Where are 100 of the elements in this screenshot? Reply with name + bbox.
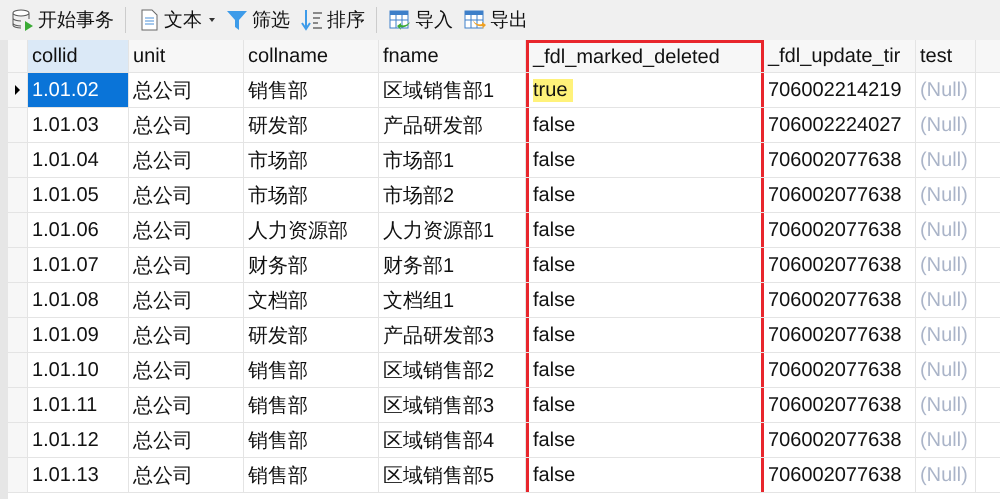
toolbar-button[interactable]: 导入 [385, 5, 456, 35]
table-cell-text: 总公司 [133, 324, 193, 348]
table-cell: 1.01.10 [32, 358, 99, 382]
table-cell-text: 财务部 [248, 254, 308, 278]
table-cell: 1.01.04 [32, 148, 99, 172]
table-cell-text: 区域销售部1 [383, 78, 494, 104]
table-arrow-icon [463, 8, 487, 32]
table-cell: (Null) [920, 394, 968, 416]
column-header[interactable]: collid [28, 40, 129, 72]
table-cell: (Null) [920, 184, 968, 206]
table-cell-text: 市场部 [248, 148, 308, 174]
table-cell-text: 区域销售部5 [383, 464, 494, 488]
table-cell: 706002077638 [768, 184, 902, 206]
table-cell: (Null) [920, 464, 968, 486]
table-cell-text: 人力资源部1 [383, 218, 494, 244]
table-cell: false [533, 324, 576, 346]
table-cell: false [533, 464, 576, 486]
row-header[interactable] [8, 73, 28, 107]
table-cell: 706002077638 [768, 324, 902, 346]
table-cell: false [533, 114, 576, 136]
toolbar-button[interactable]: 文本 [134, 5, 218, 35]
column-header[interactable]: unit [129, 40, 244, 72]
table-cell-text: 人力资源部 [248, 218, 348, 244]
table-cell-text: 销售部 [248, 394, 308, 418]
table-cell-text: 总公司 [133, 428, 193, 454]
table-arrow-icon [388, 8, 412, 32]
table-cell: 1.01.11 [32, 394, 98, 416]
table-cell: false [533, 254, 576, 276]
table-cell: 706002077638 [768, 254, 902, 276]
table-cell: 1.01.09 [32, 324, 99, 346]
table-cell: true [533, 78, 574, 102]
table-cell: false [533, 148, 576, 172]
table-cell: 706002077638 [768, 218, 902, 242]
table-cell-text: 总公司 [133, 184, 193, 208]
table-cell-text: 区域销售部3 [383, 394, 494, 418]
table-cell-text: 市场部 [248, 184, 308, 208]
table-cell-text: 总公司 [133, 78, 193, 104]
table-cell: 706002077638 [768, 288, 902, 312]
table-cell: false [533, 394, 576, 416]
table-cell-text: 区域销售部4 [383, 428, 494, 454]
table-cell-text: 总公司 [133, 464, 193, 488]
table-cell-text: 总公司 [133, 394, 193, 418]
table-cell: 706002077638 [768, 358, 902, 382]
column-header[interactable]: _fdl_update_tir [764, 40, 916, 72]
table-cell: (Null) [920, 114, 968, 136]
table-cell: 706002214219 [768, 78, 902, 102]
table-cell: (Null) [920, 78, 968, 102]
table-cell-text: 总公司 [133, 254, 193, 278]
toolbar-button[interactable]: 导出 [460, 5, 531, 35]
table-cell: 706002077638 [768, 148, 902, 172]
table-cell-text: 销售部 [248, 358, 308, 384]
table-cell-text: 市场部1 [383, 148, 454, 174]
filter-icon [225, 8, 249, 32]
table-cell-text: 文档部 [248, 288, 308, 314]
table-cell: 1.01.08 [32, 288, 99, 312]
table-cell: 1.01.06 [32, 218, 99, 242]
table-cell-text: 产品研发部3 [383, 324, 494, 348]
toolbar-button[interactable]: 排序 [297, 5, 368, 35]
table-cell-text: 研发部 [248, 324, 308, 348]
toolbar-button[interactable]: 筛选 [222, 5, 293, 35]
table-cell-text: 区域销售部2 [383, 358, 494, 384]
table-cell-text: 销售部 [248, 464, 308, 488]
table-cell-text: 市场部2 [383, 184, 454, 208]
table-cell: 706002077638 [768, 394, 902, 416]
sort-icon [300, 8, 324, 32]
table-cell: (Null) [920, 428, 968, 452]
table-cell-text: 总公司 [133, 288, 193, 314]
table-cell: 706002077638 [768, 464, 902, 486]
table-cell-text: 销售部 [248, 78, 308, 104]
table-cell: 1.01.05 [32, 184, 99, 206]
table-cell: false [533, 428, 576, 452]
table-cell-text: 总公司 [133, 148, 193, 174]
table-cell: false [533, 358, 576, 382]
table-cell-text: 销售部 [248, 428, 308, 454]
table-cell-text: 总公司 [133, 358, 193, 384]
column-header[interactable]: collname [244, 40, 379, 72]
column-header[interactable]: test [916, 40, 976, 72]
table-cell: false [533, 218, 576, 242]
table-cell: (Null) [920, 218, 968, 242]
table-cell: 706002077638 [768, 428, 902, 452]
table-cell-text: 文档组1 [383, 288, 454, 314]
database-icon [11, 8, 35, 32]
column-header[interactable]: _fdl_marked_deleted [526, 40, 764, 72]
table-cell: 1.01.13 [32, 464, 99, 486]
table-cell: false [533, 184, 576, 206]
table-cell: 1.01.03 [32, 114, 99, 136]
table-cell-text: 总公司 [133, 114, 193, 138]
table-cell: false [533, 288, 576, 312]
table-cell: (Null) [920, 254, 968, 276]
table-cell-text: 总公司 [133, 218, 193, 244]
table-cell: (Null) [920, 288, 968, 312]
column-header[interactable]: fname [379, 40, 526, 72]
table-cell: (Null) [920, 148, 968, 172]
table-cell: (Null) [920, 358, 968, 382]
toolbar-button[interactable]: 开始事务 [8, 5, 117, 35]
table-cell: (Null) [920, 324, 968, 346]
table-cell: 1.01.02 [32, 78, 99, 102]
table-cell-text: 研发部 [248, 114, 308, 138]
table-cell: 706002224027 [768, 114, 902, 136]
table-cell: 1.01.07 [32, 254, 99, 276]
